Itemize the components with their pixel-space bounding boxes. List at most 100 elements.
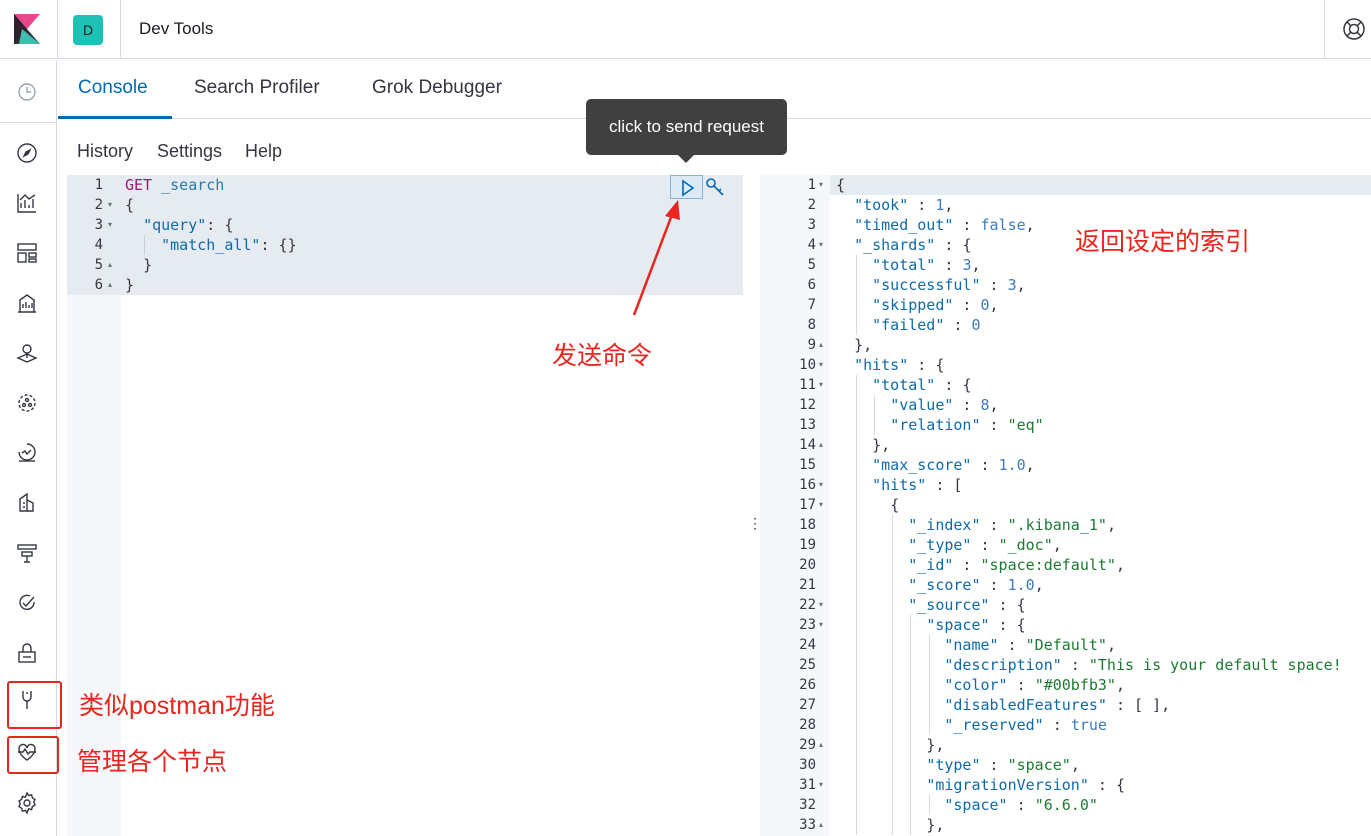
ml-icon[interactable] — [15, 391, 39, 415]
response-code-line: "name" : "Default", — [944, 636, 1116, 654]
uptime-icon[interactable] — [15, 591, 39, 615]
divider — [57, 0, 58, 59]
fold-toggle-icon[interactable]: ▾ — [819, 355, 823, 375]
fold-toggle-icon[interactable]: ▾ — [819, 495, 823, 515]
response-code-line: "successful" : 3, — [872, 276, 1026, 294]
response-code-line: "value" : 8, — [890, 396, 999, 414]
line-number: 26 — [799, 677, 816, 693]
help-lifebuoy-icon[interactable] — [1342, 17, 1366, 41]
fold-toggle-icon[interactable]: ▾ — [819, 175, 823, 195]
response-code-line: "disabledFeatures" : [ ], — [944, 696, 1171, 714]
line-number: 18 — [799, 517, 816, 533]
annotation-box-monitoring — [7, 736, 59, 774]
response-code-line: "space" : "6.6.0" — [944, 796, 1098, 814]
response-code-line: "timed_out" : false, — [854, 216, 1035, 234]
line-number: 22 — [799, 597, 816, 613]
play-icon — [682, 179, 695, 197]
fold-toggle-icon[interactable]: ▾ — [819, 475, 823, 495]
dashboard-icon[interactable] — [15, 241, 39, 265]
response-code-line: "space" : { — [926, 616, 1026, 634]
line-number: 5 — [807, 257, 816, 273]
fold-toggle-icon[interactable]: ▾ — [108, 215, 112, 235]
page-title: Dev Tools — [139, 19, 214, 38]
response-code-line: "_source" : { — [908, 596, 1026, 614]
response-code-line: "max_score" : 1.0, — [872, 456, 1035, 474]
fold-toggle-icon[interactable]: ▾ — [819, 375, 823, 395]
apm-icon[interactable] — [15, 541, 39, 565]
maps-icon[interactable] — [15, 341, 39, 365]
response-code-line: "_type" : "_doc", — [908, 536, 1062, 554]
tooltip-arrow — [678, 155, 694, 163]
canvas-icon[interactable] — [15, 291, 39, 315]
line-number: 29 — [799, 737, 816, 753]
tab-grok-debugger[interactable]: Grok Debugger — [372, 77, 502, 99]
logs-icon[interactable] — [15, 491, 39, 515]
line-number: 10 — [799, 357, 816, 373]
top-bar: D Dev Tools — [0, 0, 1371, 59]
response-code-line: "_reserved" : true — [944, 716, 1107, 734]
response-code-line: }, — [872, 436, 891, 454]
recently-viewed-clock-icon[interactable] — [15, 80, 39, 104]
fold-toggle-icon[interactable]: ▴ — [819, 335, 823, 355]
history-link[interactable]: History — [77, 141, 133, 162]
line-number: 6 — [94, 277, 103, 293]
tab-console[interactable]: Console — [78, 77, 148, 99]
line-number: 4 — [807, 237, 816, 253]
response-code-line: "_id" : "space:default", — [908, 556, 1125, 574]
line-number: 20 — [799, 557, 816, 573]
kibana-logo-icon[interactable] — [14, 14, 40, 44]
response-code-line: }, — [926, 736, 945, 754]
fold-toggle-icon[interactable]: ▴ — [108, 255, 112, 275]
line-number: 12 — [799, 397, 816, 413]
divider — [120, 0, 121, 59]
fold-toggle-icon[interactable]: ▴ — [819, 435, 823, 455]
request-code-line: } — [125, 276, 135, 294]
fold-toggle-icon[interactable]: ▾ — [108, 195, 112, 215]
line-number: 33 — [799, 817, 816, 833]
visualize-chart-icon[interactable] — [15, 191, 39, 215]
editor-resizer[interactable] — [743, 175, 760, 836]
response-code-line: }, — [854, 336, 873, 354]
siem-lock-icon[interactable] — [15, 641, 39, 665]
response-code-line: "total" : { — [872, 376, 972, 394]
response-code-line: "skipped" : 0, — [872, 296, 999, 314]
response-code-line: "relation" : "eq" — [890, 416, 1044, 434]
metrics-icon[interactable] — [15, 441, 39, 465]
response-code-line: "total" : 3, — [872, 256, 981, 274]
fold-toggle-icon[interactable]: ▾ — [819, 615, 823, 635]
line-number: 31 — [799, 777, 816, 793]
annotation-postman-like: 类似postman功能 — [79, 692, 275, 720]
response-code-line: "took" : 1, — [854, 196, 954, 214]
response-code-line: }, — [926, 816, 945, 834]
fold-toggle-icon[interactable]: ▴ — [819, 815, 823, 835]
response-editor[interactable]: 1 ▾{2 "took" : 1, 3 "timed_out" : false, 4 ▾… — [760, 175, 1371, 836]
fold-toggle-icon[interactable]: ▴ — [108, 275, 112, 295]
send-request-button[interactable] — [670, 175, 703, 199]
tab-search-profiler[interactable]: Search Profiler — [194, 77, 320, 99]
request-code-line: GET _search — [125, 176, 225, 194]
space-avatar[interactable]: D — [73, 15, 103, 45]
settings-gear-icon[interactable] — [15, 791, 39, 815]
fold-toggle-icon[interactable]: ▴ — [819, 735, 823, 755]
line-number: 2 — [807, 197, 816, 213]
line-number: 13 — [799, 417, 816, 433]
line-number: 6 — [807, 277, 816, 293]
fold-toggle-icon[interactable]: ▾ — [819, 775, 823, 795]
settings-link[interactable]: Settings — [157, 141, 222, 162]
response-code-line: { — [836, 176, 846, 194]
response-code-line: "hits" : { — [854, 356, 945, 374]
line-number: 15 — [799, 457, 816, 473]
annotation-send-command: 发送命令 — [552, 342, 653, 370]
line-number: 9 — [807, 337, 816, 353]
line-number: 24 — [799, 637, 816, 653]
line-number: 25 — [799, 657, 816, 673]
line-number: 23 — [799, 617, 816, 633]
request-actions-button[interactable] — [703, 175, 727, 199]
response-code-line: "failed" : 0 — [872, 316, 981, 334]
line-number: 17 — [799, 497, 816, 513]
help-link[interactable]: Help — [245, 141, 282, 162]
fold-toggle-icon[interactable]: ▾ — [819, 595, 823, 615]
fold-toggle-icon[interactable]: ▾ — [819, 235, 823, 255]
line-number: 8 — [807, 317, 816, 333]
discover-compass-icon[interactable] — [15, 141, 39, 165]
